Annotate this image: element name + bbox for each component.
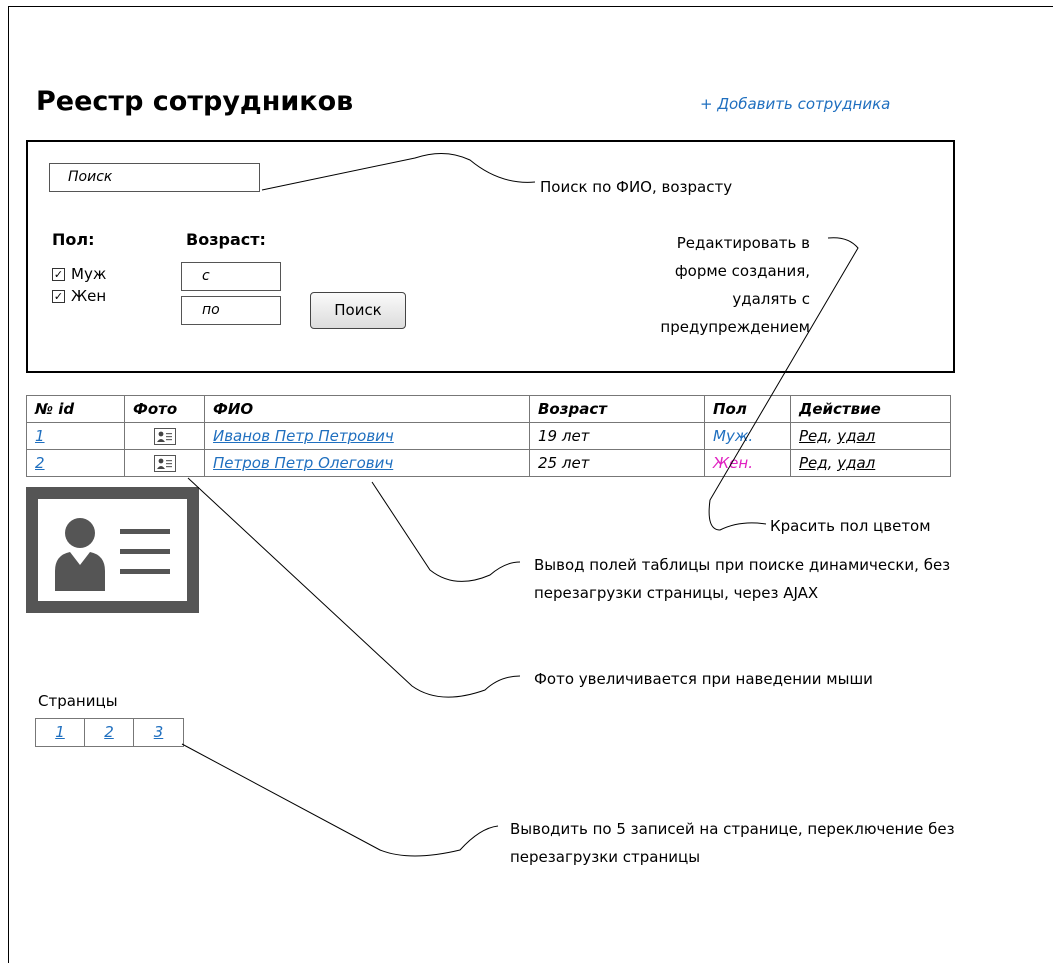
connector-photo <box>187 477 521 698</box>
connector-ajax <box>371 481 521 582</box>
connector-edit <box>708 237 859 531</box>
connector-search <box>261 153 536 191</box>
annotation-connectors <box>181 153 859 857</box>
connector-paging <box>181 743 499 857</box>
